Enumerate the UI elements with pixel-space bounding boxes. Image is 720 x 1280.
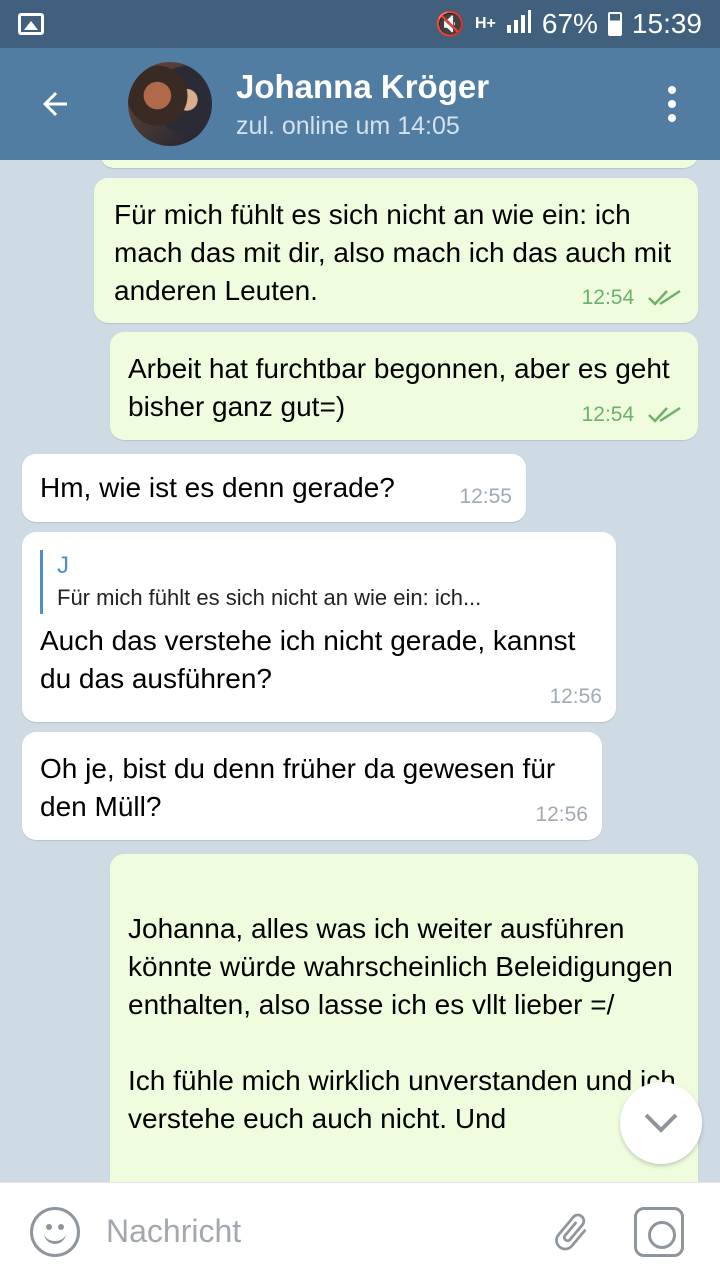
last-seen-status: zul. online um 14:05	[236, 111, 460, 140]
paperclip-icon	[555, 1213, 587, 1250]
attach-button[interactable]	[546, 1207, 596, 1257]
battery-percent: 67%	[541, 8, 598, 39]
smiley-mouth	[44, 1232, 66, 1244]
reply-author: J	[57, 552, 69, 579]
message-list[interactable]: Für mich fühlt es sich nicht an wie ein:…	[0, 160, 720, 1182]
camera-icon[interactable]	[634, 1206, 684, 1257]
gallery-notification-icon	[18, 13, 44, 35]
message-composer	[0, 1182, 720, 1280]
message-text: Auch das verstehe ich nicht gerade, kann…	[40, 625, 576, 694]
smiley-icon[interactable]	[30, 1206, 80, 1257]
reply-text: Für mich fühlt es sich nicht an wie ein:…	[57, 585, 482, 610]
message-bubble-outgoing[interactable]: Für mich fühlt es sich nicht an wie ein:…	[94, 178, 698, 323]
signal-icon	[506, 9, 532, 40]
contact-info[interactable]: Johanna Kröger zul. online um 14:05	[236, 68, 489, 141]
reply-quote[interactable]: J Für mich fühlt es sich nicht an wie ei…	[40, 550, 598, 614]
message-bubble-outgoing[interactable]: Arbeit hat furchtbar begonnen, aber es g…	[110, 332, 698, 440]
network-type: H+	[474, 15, 496, 32]
message-bubble-incoming[interactable]: Hm, wie ist es denn gerade? 12:55	[22, 454, 526, 522]
message-timestamp: 12:56	[535, 803, 588, 826]
chevron-down-icon	[644, 1113, 678, 1133]
double-check-icon	[648, 290, 681, 307]
back-button[interactable]	[0, 48, 110, 160]
message-timestamp: 12:56	[549, 685, 602, 708]
message-text: Oh je, bist du denn früher da gewesen fü…	[40, 753, 556, 822]
message-bubble-outgoing[interactable]: Johanna, alles was ich weiter ausführen …	[110, 854, 698, 1182]
battery-icon	[607, 12, 622, 36]
message-input[interactable]	[106, 1213, 526, 1250]
avatar[interactable]	[128, 62, 212, 146]
clock: 15:39	[631, 8, 702, 39]
more-dot	[668, 114, 676, 122]
message-timestamp: 12:54	[581, 286, 635, 309]
chat-header: Johanna Kröger zul. online um 14:05	[0, 48, 720, 160]
double-check-icon	[648, 407, 681, 424]
contact-name: Johanna Kröger	[236, 67, 490, 105]
status-bar-right: 🔇 H+ 67% 15:39	[435, 8, 702, 40]
more-vertical-icon	[668, 86, 676, 94]
message-text: Hm, wie ist es denn gerade?	[40, 472, 395, 503]
status-bar: 🔇 H+ 67% 15:39	[0, 0, 720, 48]
arrow-left-icon	[43, 92, 67, 116]
more-menu-button[interactable]	[624, 86, 720, 122]
more-dot	[668, 100, 676, 108]
message-bubble-partial	[100, 160, 698, 168]
message-text: Johanna, alles was ich weiter ausführen …	[128, 913, 676, 1134]
message-timestamp: 12:54	[581, 403, 635, 426]
mute-icon: 🔇	[435, 10, 465, 38]
message-time: 12:54	[582, 396, 682, 434]
message-time: 12:54	[582, 279, 682, 317]
scroll-down-button[interactable]	[620, 1082, 702, 1164]
message-timestamp: 12:55	[459, 485, 512, 508]
message-bubble-incoming[interactable]: J Für mich fühlt es sich nicht an wie ei…	[22, 532, 616, 722]
message-bubble-incoming[interactable]: Oh je, bist du denn früher da gewesen fü…	[22, 732, 602, 840]
